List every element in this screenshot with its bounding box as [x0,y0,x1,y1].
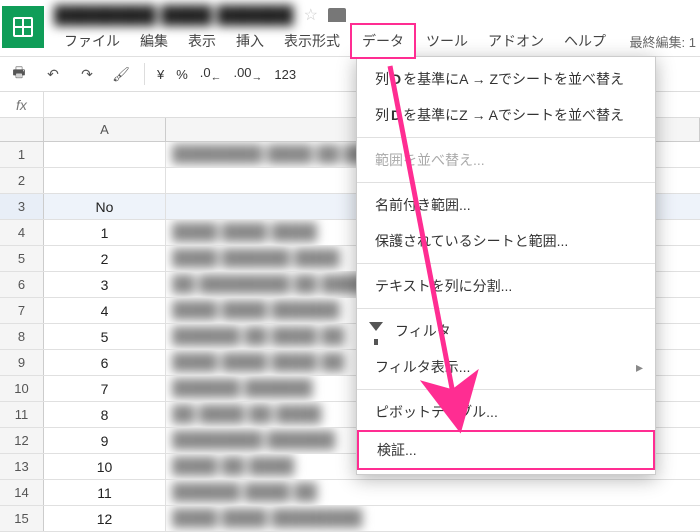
row-header[interactable]: 1 [0,142,44,167]
cell[interactable]: 2 [44,246,166,271]
data-menu-dropdown: 列 D を基準にA → Zでシートを並べ替え 列 D を基準にZ → Aでシート… [356,56,656,475]
cell[interactable]: 10 [44,454,166,479]
sort-sheet-za[interactable]: 列 D を基準にZ → Aでシートを並べ替え [357,97,655,133]
menu-data[interactable]: データ [350,23,416,59]
increase-decimal-button[interactable]: .00→ [233,65,262,84]
filter-icon [369,322,383,331]
menu-file[interactable]: ファイル [54,25,130,57]
currency-button[interactable]: ¥ [157,67,164,82]
star-icon[interactable]: ☆ [304,5,318,25]
percent-button[interactable]: % [176,67,188,82]
menu-help[interactable]: ヘルプ [554,25,616,57]
print-icon[interactable]: 🖶 [8,63,30,85]
row-header[interactable]: 12 [0,428,44,453]
last-edit-label: 最終編集: 1 [630,32,700,51]
menu-view[interactable]: 表示 [178,25,226,57]
cell[interactable]: 6 [44,350,166,375]
fx-label: fx [0,92,44,117]
decrease-decimal-button[interactable]: .0← [200,65,222,84]
row-header[interactable]: 14 [0,480,44,505]
cell[interactable] [44,142,166,167]
cell[interactable]: 1 [44,220,166,245]
redo-icon[interactable]: ↷ [76,63,98,85]
named-ranges[interactable]: 名前付き範囲... [357,187,655,223]
cell[interactable]: ██████ ████ ██ [166,480,700,505]
cell-header-no[interactable]: No [44,194,166,219]
cell[interactable]: 12 [44,506,166,531]
menu-tools[interactable]: ツール [416,25,478,57]
sort-range: 範囲を並べ替え... [357,142,655,178]
split-text-to-columns[interactable]: テキストを列に分割... [357,268,655,304]
filter[interactable]: フィルタ [357,313,655,349]
row-header[interactable]: 11 [0,402,44,427]
cell[interactable]: ████ ████ ████████ [166,506,700,531]
cell[interactable]: 3 [44,272,166,297]
sort-sheet-az[interactable]: 列 D を基準にA → Zでシートを並べ替え [357,61,655,97]
data-validation[interactable]: 検証... [357,430,655,470]
row-header[interactable]: 5 [0,246,44,271]
cell[interactable]: 8 [44,402,166,427]
undo-icon[interactable]: ↶ [42,63,64,85]
pivot-table[interactable]: ピボットテーブル... [357,394,655,430]
folder-icon[interactable] [328,8,346,22]
row-header[interactable]: 13 [0,454,44,479]
cell[interactable]: 7 [44,376,166,401]
col-header-a[interactable]: A [44,118,166,141]
cell[interactable] [44,168,166,193]
row-header[interactable]: 7 [0,298,44,323]
filter-views[interactable]: フィルタ表示...▸ [357,349,655,385]
doc-title[interactable]: ████████ ████ ██████ [54,5,294,26]
cell[interactable]: 9 [44,428,166,453]
cell[interactable]: 11 [44,480,166,505]
menu-format[interactable]: 表示形式 [274,25,350,57]
protected-sheets[interactable]: 保護されているシートと範囲... [357,223,655,259]
menubar: ファイル 編集 表示 挿入 表示形式 データ ツール アドオン ヘルプ 最終編集… [54,26,700,56]
row-header[interactable]: 3 [0,194,44,219]
row-header[interactable]: 10 [0,376,44,401]
menu-insert[interactable]: 挿入 [226,25,274,57]
row-header[interactable]: 8 [0,324,44,349]
row-header[interactable]: 4 [0,220,44,245]
menu-separator [357,263,655,264]
number-format-button[interactable]: 123 [274,67,296,82]
menu-separator [357,389,655,390]
cell[interactable]: 4 [44,298,166,323]
row-header[interactable]: 2 [0,168,44,193]
paint-format-icon[interactable]: 🖌 [110,63,132,85]
menu-separator [357,308,655,309]
menu-addons[interactable]: アドオン [478,25,554,57]
menu-edit[interactable]: 編集 [130,25,178,57]
row-header[interactable]: 9 [0,350,44,375]
menu-separator [357,182,655,183]
sheets-logo[interactable] [2,6,44,48]
submenu-arrow-icon: ▸ [636,359,643,376]
menu-separator [357,137,655,138]
row-header[interactable]: 15 [0,506,44,531]
select-all-corner[interactable] [0,118,44,141]
cell[interactable]: 5 [44,324,166,349]
row-header[interactable]: 6 [0,272,44,297]
